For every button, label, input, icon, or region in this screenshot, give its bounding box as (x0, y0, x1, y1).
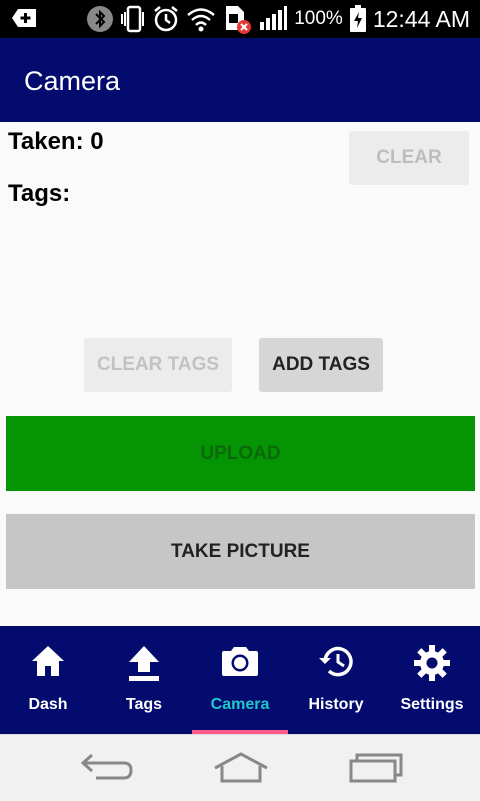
nav-label-tags: Tags (125, 696, 163, 713)
home-icon (32, 646, 64, 676)
bottom-nav: Dash Tags Camera History Settings (0, 626, 480, 734)
sim-error-icon (226, 6, 252, 34)
signal-icon (260, 6, 288, 30)
upload-button[interactable]: UPLOAD (6, 416, 475, 491)
nav-label-camera: Camera (210, 696, 270, 713)
camera-icon (222, 647, 258, 676)
vibrate-icon (121, 5, 145, 33)
status-left-icons (10, 5, 38, 31)
add-tags-button[interactable]: ADD TAGS (259, 338, 383, 392)
app-bar: Camera (0, 38, 480, 122)
nav-item-settings[interactable]: Settings (384, 626, 480, 734)
settings-gear-icon (414, 645, 450, 681)
nav-item-tags[interactable]: Tags (96, 626, 192, 734)
clear-tags-button[interactable]: CLEAR TAGS (84, 338, 232, 392)
status-time: 12:44 AM (372, 5, 470, 32)
add-notification-icon (12, 9, 36, 27)
take-picture-button[interactable]: TAKE PICTURE (6, 514, 475, 589)
taken-count-label: Taken: 0 (8, 128, 104, 155)
clear-button[interactable]: CLEAR (349, 131, 469, 185)
nav-item-history[interactable]: History (288, 626, 384, 734)
nav-item-dash[interactable]: Dash (0, 626, 96, 734)
camera-content: Taken: 0 Tags: CLEAR CLEAR TAGS ADD TAGS… (0, 122, 480, 626)
back-icon[interactable] (80, 751, 134, 785)
history-icon (319, 646, 353, 677)
tags-label: Tags: (8, 180, 71, 207)
battery-percent: 100% (294, 8, 343, 29)
home-button-icon[interactable] (212, 751, 270, 785)
wifi-icon (187, 8, 216, 32)
nav-label-history: History (308, 696, 364, 713)
status-bar: 100% 12:44 AM (0, 0, 480, 38)
nav-label-settings: Settings (400, 696, 464, 713)
alarm-icon (154, 6, 178, 32)
status-right-icons: 100% 12:44 AM (86, 5, 470, 34)
page-title: Camera (24, 66, 121, 96)
nav-item-camera[interactable]: Camera (192, 626, 288, 734)
bluetooth-icon (87, 6, 114, 32)
battery-charging-icon (349, 5, 366, 32)
nav-label-dash: Dash (28, 696, 68, 713)
system-nav-bar (0, 734, 480, 801)
upload-icon (129, 646, 159, 681)
recent-apps-icon[interactable] (348, 751, 404, 785)
